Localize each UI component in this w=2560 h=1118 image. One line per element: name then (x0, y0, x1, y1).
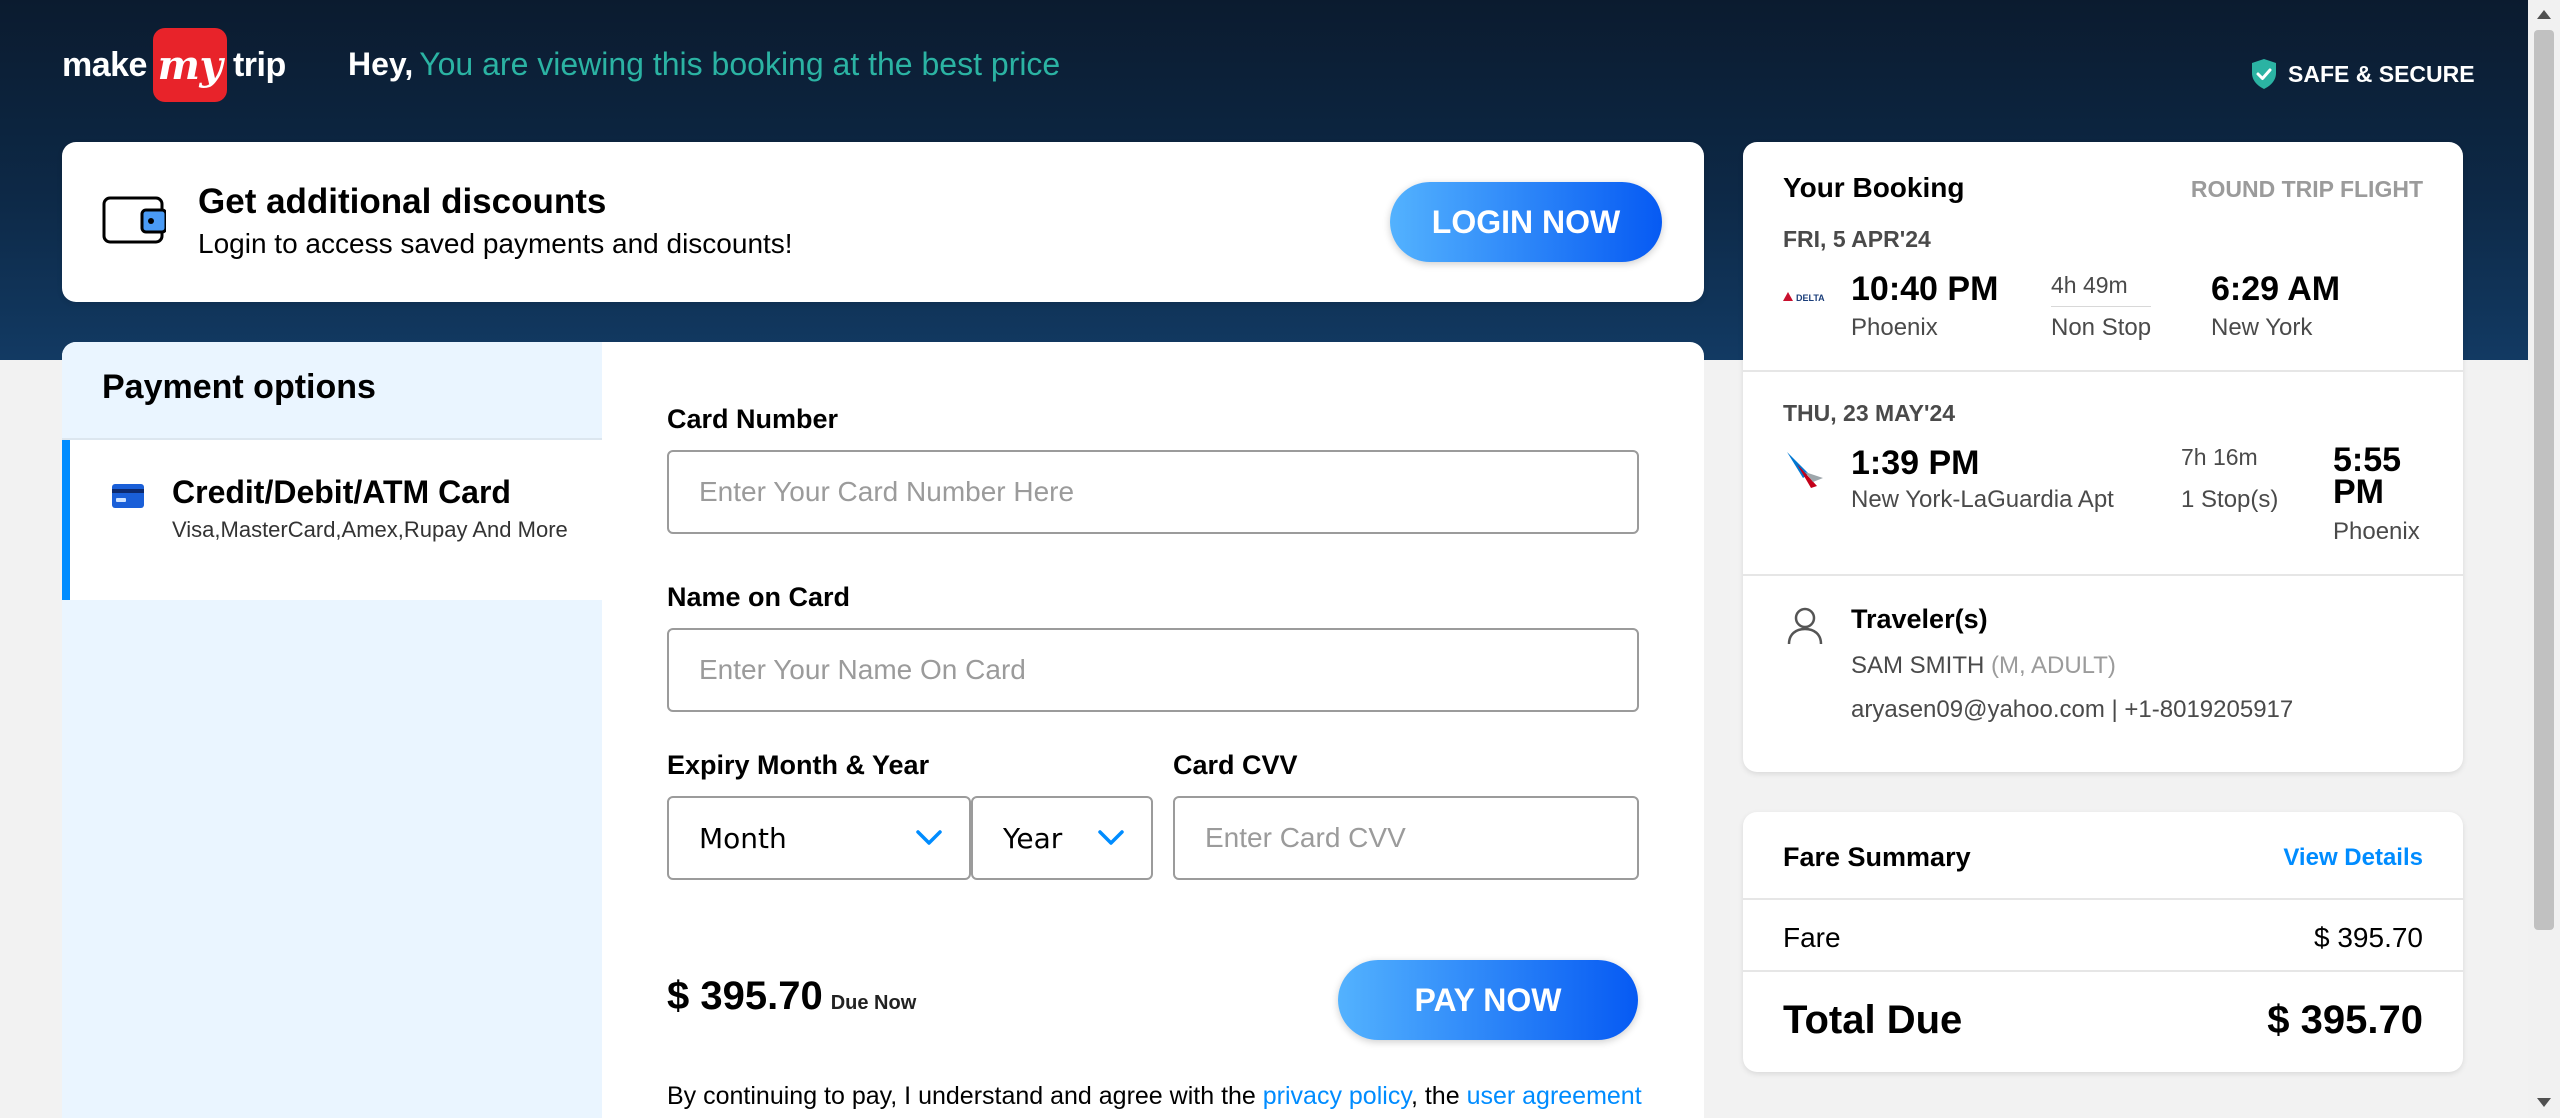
greeting: Hey, You are viewing this booking at the … (348, 46, 1060, 83)
fare-summary-title: Fare Summary (1783, 842, 1971, 872)
scroll-down-arrow-icon[interactable] (2537, 1098, 2551, 1107)
outbound-arrive-city: New York (2211, 314, 2313, 341)
user-agreement-link[interactable]: user agreement (1467, 1082, 1642, 1110)
name-on-card-label: Name on Card (667, 582, 851, 612)
fare-label: Fare (1783, 922, 1841, 953)
logo-make: make (62, 45, 147, 84)
expiry-label: Expiry Month & Year (667, 750, 930, 780)
traveler-contact: aryasen09@yahoo.com | +1-8019205917 (1851, 696, 2294, 723)
privacy-policy-link[interactable]: privacy policy (1263, 1082, 1411, 1110)
view-details-link[interactable]: View Details (2283, 844, 2423, 872)
american-airlines-logo (1783, 448, 1827, 497)
trip-type: ROUND TRIP FLIGHT (2190, 176, 2423, 202)
name-on-card-input[interactable] (667, 628, 1639, 712)
amount-due: $ 395.70 Due Now (667, 974, 916, 1019)
chevron-down-icon (1098, 830, 1124, 845)
fare-value: $ 395.70 (2314, 922, 2423, 953)
return-depart-time: 1:39 PM (1851, 444, 1980, 482)
payment-option-subtitle: Visa,MasterCard,Amex,Rupay And More (172, 517, 568, 542)
amount-due-value: $ 395.70 (667, 974, 823, 1018)
return-arrive-city: Phoenix (2333, 518, 2420, 545)
discount-card: Get additional discounts Login to access… (62, 142, 1704, 302)
pay-now-button[interactable]: PAY NOW (1338, 960, 1638, 1040)
year-value: Year (1003, 821, 1063, 855)
card-number-label: Card Number (667, 404, 839, 434)
travelers-title: Traveler(s) (1851, 604, 1988, 634)
return-duration: 7h 16m (2181, 444, 2258, 470)
duration-line (2051, 306, 2151, 307)
discount-title: Get additional discounts (198, 182, 607, 221)
traveler-name-value: SAM SMITH (1851, 652, 1985, 679)
login-now-button[interactable]: LOGIN NOW (1390, 182, 1662, 262)
payment-option-card[interactable]: Credit/Debit/ATM Card Visa,MasterCard,Am… (62, 440, 602, 600)
traveler-name: SAM SMITH (M, ADULT) (1851, 652, 2116, 680)
outbound-depart-city: Phoenix (1851, 314, 1938, 341)
logo-trip: trip (232, 45, 286, 84)
wallet-icon (102, 196, 166, 244)
payment-option-title: Credit/Debit/ATM Card (172, 474, 511, 510)
scrollbar[interactable] (2528, 0, 2560, 1118)
terms-prefix: By continuing to pay, I understand and a… (667, 1082, 1263, 1110)
chevron-down-icon (916, 830, 942, 845)
outbound-arrive-time: 6:29 AM (2211, 270, 2341, 308)
greeting-hey: Hey, (348, 46, 414, 82)
delta-logo: DELTA (1783, 290, 1833, 308)
safe-secure-label: SAFE & SECURE (2288, 60, 2475, 87)
outbound-duration: 4h 49m (2051, 272, 2128, 298)
scroll-up-arrow-icon[interactable] (2537, 10, 2551, 19)
user-icon (1787, 607, 1823, 645)
discount-subtitle: Login to access saved payments and disco… (198, 228, 793, 259)
logo-my: my (152, 28, 227, 102)
booking-title: Your Booking (1783, 172, 1965, 203)
expiry-month-select[interactable]: Month (667, 796, 971, 880)
return-arrive-time-hm: 5:55 (2333, 441, 2402, 479)
payment-panel: Payment options Credit/Debit/ATM Card Vi… (62, 342, 1704, 1118)
divider (1743, 970, 2463, 972)
month-value: Month (699, 821, 787, 855)
due-now-label: Due Now (830, 992, 917, 1014)
payment-options-title: Payment options (102, 368, 376, 406)
shield-check-icon (2252, 59, 2276, 89)
outbound-stops: Non Stop (2051, 314, 2152, 341)
return-date: THU, 23 MAY'24 (1783, 400, 1956, 426)
card-number-input[interactable] (667, 450, 1639, 534)
fare-summary-card: Fare Summary View Details Fare $ 395.70 … (1743, 812, 2463, 1072)
return-arrive-time: 5:55 PM (2333, 441, 2402, 511)
makemytrip-logo[interactable]: make my trip (62, 28, 286, 102)
credit-card-icon (112, 484, 144, 508)
divider (1743, 898, 2463, 900)
return-arrive-time-ampm: PM (2333, 473, 2384, 511)
terms-mid: , the (1410, 1082, 1467, 1110)
terms-text: By continuing to pay, I understand and a… (667, 1082, 1642, 1111)
card-cvv-input[interactable] (1173, 796, 1639, 880)
traveler-meta: (M, ADULT) (1991, 652, 2116, 679)
divider (1743, 574, 2463, 576)
outbound-date: FRI, 5 APR'24 (1783, 226, 1931, 252)
booking-card: Your Booking ROUND TRIP FLIGHT FRI, 5 AP… (1743, 142, 2463, 772)
scrollbar-thumb[interactable] (2534, 30, 2554, 930)
return-stops: 1 Stop(s) (2181, 486, 2279, 513)
total-due-label: Total Due (1783, 998, 1963, 1042)
payment-options-sidebar: Payment options Credit/Debit/ATM Card Vi… (62, 342, 602, 1118)
greeting-highlight: You are viewing this booking at the best… (419, 46, 1061, 82)
return-depart-city: New York-LaGuardia Apt (1851, 486, 2114, 513)
outbound-depart-time: 10:40 PM (1851, 270, 1999, 308)
divider (1743, 370, 2463, 372)
expiry-year-select[interactable]: Year (971, 796, 1153, 880)
card-cvv-label: Card CVV (1173, 750, 1298, 780)
safe-secure-badge: SAFE & SECURE (2250, 58, 2475, 90)
delta-wordmark: DELTA (1796, 293, 1825, 303)
total-due-value: $ 395.70 (2267, 998, 2423, 1042)
